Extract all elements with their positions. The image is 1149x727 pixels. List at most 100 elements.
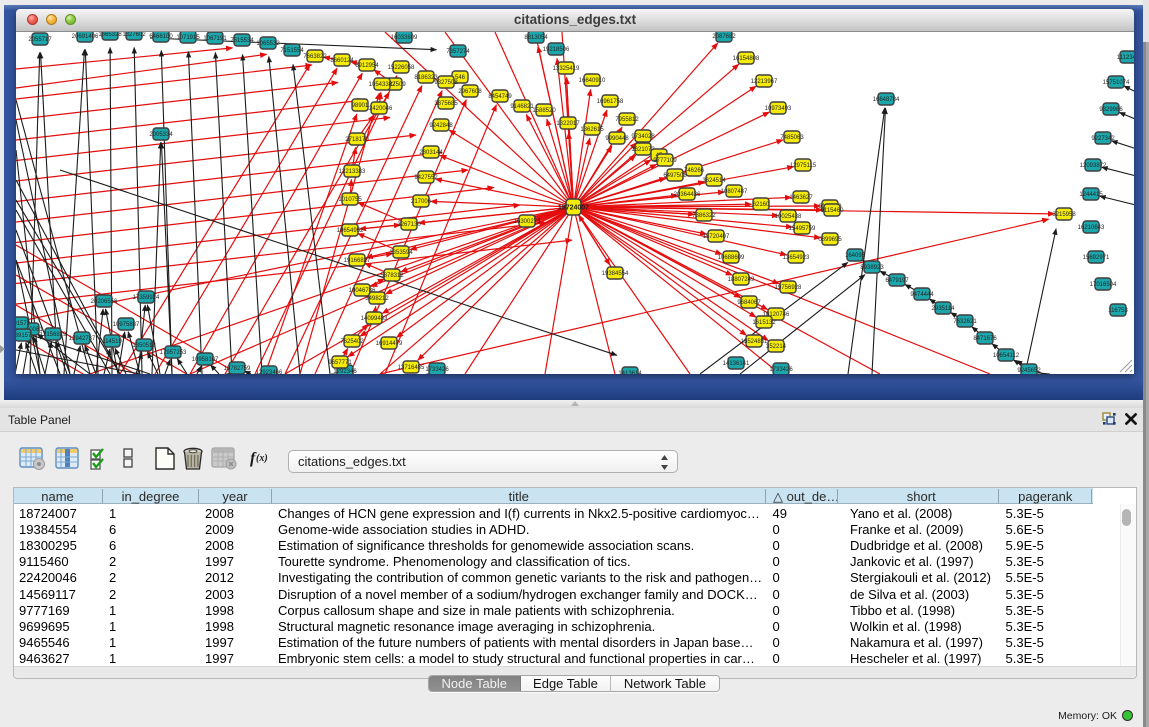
- svg-text:13325419: 13325419: [553, 66, 580, 72]
- svg-text:12156829: 12156829: [40, 332, 67, 338]
- svg-text:62160: 62160: [753, 202, 770, 208]
- svg-text:1463627: 1463627: [789, 195, 813, 201]
- svg-text:7386322: 7386322: [692, 213, 716, 219]
- svg-text:15300273: 15300273: [514, 219, 541, 225]
- svg-text:1244415: 1244415: [1079, 192, 1103, 198]
- svg-text:7663822: 7663822: [303, 54, 327, 60]
- svg-text:20206556: 20206556: [91, 299, 118, 305]
- svg-text:9245652: 9245652: [1017, 368, 1041, 374]
- svg-text:1322017: 1322017: [556, 121, 580, 127]
- svg-text:6497508: 6497508: [663, 173, 687, 179]
- svg-text:39157: 39157: [16, 333, 32, 339]
- svg-text:217006: 217006: [411, 199, 432, 205]
- svg-text:18807249: 18807249: [728, 277, 755, 283]
- svg-text:2935114: 2935114: [932, 306, 956, 312]
- svg-text:19654952: 19654952: [337, 228, 364, 234]
- svg-text:10543382: 10543382: [369, 82, 396, 88]
- svg-text:352214: 352214: [766, 344, 787, 350]
- svg-text:15751074: 15751074: [1103, 80, 1130, 86]
- svg-text:8813054: 8813054: [524, 35, 548, 41]
- svg-text:1350513: 1350513: [132, 343, 156, 349]
- svg-text:8471676: 8471676: [973, 336, 997, 342]
- svg-text:3624514: 3624514: [702, 178, 726, 184]
- svg-text:7625402: 7625402: [340, 339, 364, 345]
- svg-text:9777109: 9777109: [653, 158, 677, 164]
- svg-text:16154808: 16154808: [733, 56, 760, 62]
- svg-text:1615132: 1615132: [752, 320, 776, 326]
- svg-text:6479197: 6479197: [885, 278, 909, 284]
- svg-text:10025438: 10025438: [775, 214, 802, 220]
- svg-text:14099483: 14099483: [361, 316, 388, 322]
- svg-text:3267130: 3267130: [397, 222, 421, 228]
- svg-text:1362615: 1362615: [580, 127, 604, 133]
- svg-text:1413614: 1413614: [618, 371, 642, 374]
- svg-text:9227342: 9227342: [1091, 136, 1115, 142]
- svg-text:2087682: 2087682: [712, 34, 736, 40]
- svg-text:2005334: 2005334: [149, 132, 173, 138]
- svg-text:164095: 164095: [845, 253, 866, 259]
- svg-text:15226058: 15226058: [388, 65, 415, 71]
- svg-text:9657771: 9657771: [328, 360, 352, 366]
- svg-text:14136141: 14136141: [723, 361, 750, 367]
- svg-text:12213383: 12213383: [339, 169, 366, 175]
- svg-text:3498212: 3498212: [365, 296, 389, 302]
- svg-text:10975887: 10975887: [113, 322, 140, 328]
- svg-text:9684067: 9684067: [737, 300, 761, 306]
- svg-text:1588520: 1588520: [532, 108, 556, 114]
- svg-text:6466100: 6466100: [149, 34, 173, 40]
- svg-text:12942737: 12942737: [69, 336, 96, 342]
- svg-text:20691406: 20691406: [72, 34, 99, 40]
- svg-text:22420046: 22420046: [366, 106, 393, 112]
- svg-text:15692971: 15692971: [1083, 255, 1110, 261]
- svg-text:17359924: 17359924: [133, 295, 160, 301]
- svg-text:17957253: 17957253: [160, 350, 187, 356]
- svg-text:9327508: 9327508: [434, 80, 458, 86]
- svg-text:12213967: 12213967: [751, 79, 778, 85]
- svg-text:10958107: 10958107: [192, 357, 219, 363]
- svg-text:7485063: 7485063: [780, 135, 804, 141]
- svg-text:(x): (x): [256, 453, 268, 464]
- svg-text:1010755: 1010755: [338, 197, 362, 203]
- svg-text:19384554: 19384554: [602, 271, 629, 277]
- svg-text:8660124: 8660124: [330, 58, 354, 64]
- svg-text:1733426: 1733426: [769, 367, 793, 373]
- svg-text:10973493: 10973493: [765, 106, 792, 112]
- svg-text:16640910: 16640910: [579, 78, 606, 84]
- svg-text:98901: 98901: [352, 103, 369, 109]
- svg-text:9427552: 9427552: [414, 175, 438, 181]
- svg-text:9474444: 9474444: [910, 292, 934, 298]
- svg-text:8912954: 8912954: [355, 63, 379, 69]
- svg-text:2803144: 2803144: [419, 150, 443, 156]
- svg-text:2967608: 2967608: [458, 89, 482, 95]
- svg-text:3875685: 3875685: [434, 101, 458, 107]
- svg-text:746266: 746266: [684, 168, 705, 174]
- svg-text:114519: 114519: [102, 339, 122, 345]
- svg-text:9734028: 9734028: [631, 134, 655, 140]
- svg-text:9115460: 9115460: [821, 208, 845, 214]
- svg-text:18724007: 18724007: [558, 205, 589, 212]
- svg-text:19756928: 19756928: [775, 285, 802, 291]
- svg-text:10807487: 10807487: [721, 189, 748, 195]
- svg-text:7357274: 7357274: [446, 49, 470, 55]
- svg-text:1665328: 1665328: [98, 32, 122, 38]
- svg-text:1733426: 1733426: [425, 367, 449, 373]
- svg-text:10688609: 10688609: [718, 255, 745, 261]
- svg-text:8938923: 8938923: [860, 265, 884, 271]
- svg-text:16961758: 16961758: [597, 99, 624, 105]
- svg-text:2718170: 2718170: [345, 137, 369, 143]
- svg-text:12923466: 12923466: [256, 370, 283, 374]
- svg-text:1071915: 1071915: [176, 35, 200, 41]
- svg-text:7515534: 7515534: [230, 38, 254, 44]
- svg-text:9990448: 9990448: [605, 136, 629, 142]
- svg-text:16033809: 16033809: [391, 35, 418, 41]
- svg-text:1112345: 1112345: [1117, 55, 1134, 61]
- svg-text:9329966: 9329966: [1099, 107, 1123, 113]
- svg-text:7632621: 7632621: [953, 319, 977, 325]
- svg-text:19166827: 19166827: [344, 258, 371, 264]
- svg-text:15495759: 15495759: [789, 226, 816, 232]
- svg-text:391571: 391571: [16, 321, 31, 327]
- svg-text:10654112: 10654112: [993, 353, 1020, 359]
- svg-text:12093872: 12093872: [1080, 163, 1107, 169]
- svg-text:2055717: 2055717: [28, 37, 52, 43]
- svg-text:16210643: 16210643: [1078, 225, 1105, 231]
